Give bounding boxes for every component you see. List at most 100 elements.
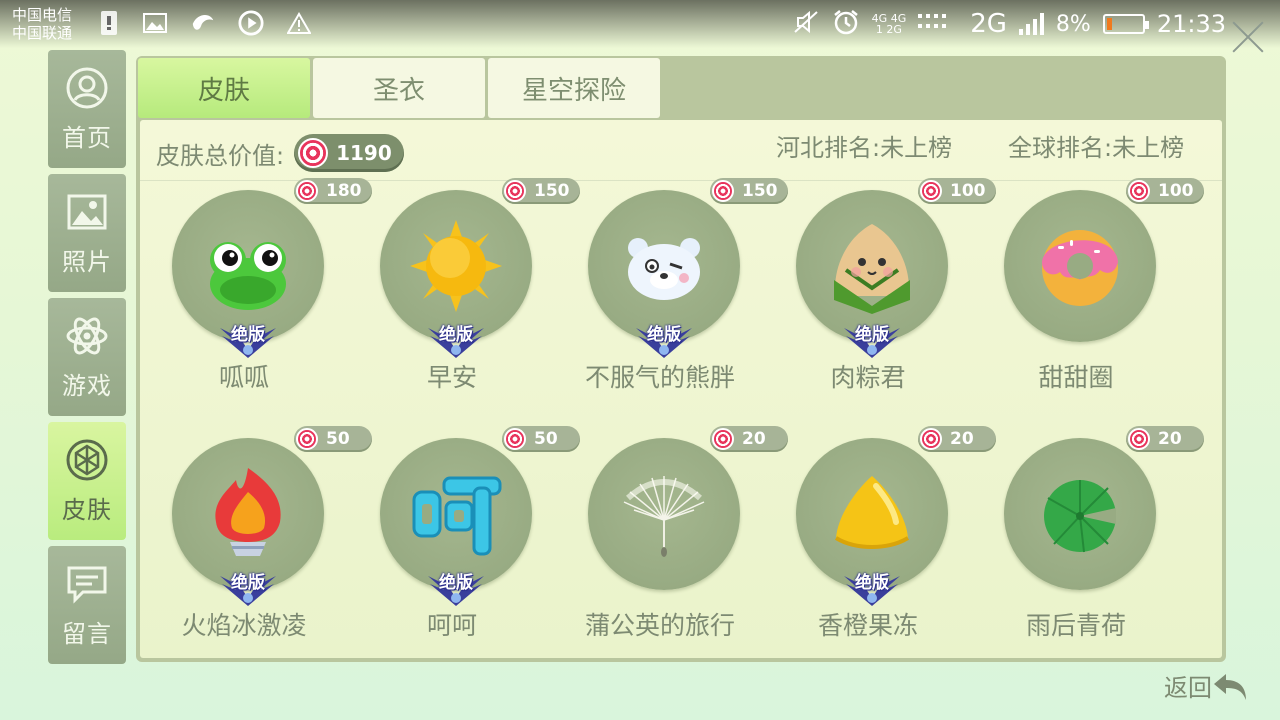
out-of-print-badge: 绝版 bbox=[420, 568, 492, 608]
candy-icon bbox=[712, 180, 734, 202]
candy-icon bbox=[920, 180, 942, 202]
skin-price: 50 bbox=[326, 429, 350, 449]
back-button[interactable]: 返回 bbox=[1164, 668, 1250, 703]
skin-card[interactable]: 100 绝版 肉粽君 bbox=[764, 178, 996, 420]
sidebar-item-label: 首页 bbox=[62, 123, 112, 152]
user-circle-icon bbox=[65, 66, 109, 110]
skin-name: 香橙果冻 bbox=[817, 611, 918, 640]
skin-name: 不服气的熊胖 bbox=[584, 363, 735, 392]
sidebar-item-label: 留言 bbox=[62, 619, 112, 648]
out-of-print-badge: 绝版 bbox=[420, 320, 492, 360]
mute-icon bbox=[792, 9, 820, 39]
message-icon bbox=[65, 562, 109, 606]
donut-icon bbox=[1042, 230, 1118, 306]
sidebar-item-messages[interactable]: 留言 bbox=[48, 546, 126, 664]
hehe-text-icon bbox=[412, 476, 502, 556]
global-rank: 全球排名:未上榜 bbox=[1008, 134, 1185, 162]
badge-label: 绝版 bbox=[647, 325, 681, 345]
lotus-leaf-icon bbox=[1044, 480, 1116, 553]
skin-name: 蒲公英的旅行 bbox=[584, 611, 735, 640]
sidebar-item-label: 皮肤 bbox=[62, 495, 112, 524]
tab-star-adventure[interactable]: 星空探险 bbox=[488, 58, 660, 118]
out-of-print-badge: 绝版 bbox=[212, 568, 284, 608]
out-of-print-badge: 绝版 bbox=[836, 320, 908, 360]
candy-icon bbox=[296, 428, 318, 450]
close-icon[interactable] bbox=[1230, 18, 1266, 54]
skin-name: 呱呱 bbox=[218, 363, 269, 392]
data-dots-icon bbox=[918, 11, 947, 37]
sidebar-item-label: 游戏 bbox=[62, 371, 112, 400]
carrier-2: 中国联通 bbox=[12, 24, 73, 42]
sim-icon bbox=[96, 10, 122, 36]
sidebar: 首页 照片 游戏 皮肤 留言 bbox=[48, 50, 126, 670]
app-logo-icon bbox=[190, 10, 216, 36]
tab-skins[interactable]: 皮肤 bbox=[138, 58, 310, 118]
out-of-print-badge: 绝版 bbox=[836, 568, 908, 608]
badge-label: 绝版 bbox=[231, 325, 265, 345]
candy-icon bbox=[504, 428, 526, 450]
carrier-info: 中国电信 中国联通 bbox=[12, 6, 72, 42]
candy-icon bbox=[920, 428, 942, 450]
candy-icon bbox=[296, 180, 318, 202]
skin-card[interactable]: 20 雨后青荷 bbox=[972, 426, 1204, 668]
skin-price-tag: 100 bbox=[1126, 178, 1204, 204]
player-icon bbox=[238, 10, 264, 36]
skin-grid: 180 绝版 呱呱 150 绝版 早安 150 绝版 不服气的熊胖 100 绝版… bbox=[140, 178, 1222, 658]
skin-price: 20 bbox=[950, 429, 974, 449]
skin-price: 20 bbox=[742, 429, 766, 449]
total-value: 1190 bbox=[336, 141, 392, 165]
skin-price: 100 bbox=[1158, 181, 1194, 201]
warning-icon bbox=[286, 10, 312, 36]
skin-name: 肉粽君 bbox=[830, 363, 906, 392]
province-rank: 河北排名:未上榜 bbox=[776, 134, 953, 162]
main-panel: 皮肤 圣衣 星空探险 皮肤总价值: 1190 河北排名:未上榜 全球排名:未上榜 bbox=[136, 56, 1226, 662]
status-right: 4G 4G 1 2G 2G 8% 21:33 bbox=[792, 8, 1266, 40]
skin-card[interactable]: 150 绝版 早安 bbox=[348, 178, 580, 420]
skin-price-tag: 20 bbox=[1126, 426, 1204, 452]
skin-card[interactable]: 50 绝版 火焰冰激凌 bbox=[140, 426, 372, 668]
out-of-print-badge: 绝版 bbox=[628, 320, 700, 360]
network-small-bottom: 1 2G bbox=[875, 23, 902, 36]
battery-fill bbox=[1106, 18, 1112, 30]
signal-icon bbox=[1018, 13, 1044, 35]
status-bar: 中国电信 中国联通 4G 4G 1 2G 2G 8% 21:33 bbox=[0, 0, 1280, 48]
skin-card[interactable]: 50 绝版 呵呵 bbox=[348, 426, 580, 668]
sidebar-item-skins[interactable]: 皮肤 bbox=[48, 422, 126, 540]
zongzi-icon bbox=[834, 224, 910, 314]
network-small: 4G 4G 1 2G bbox=[872, 13, 907, 35]
candy-icon bbox=[1128, 428, 1150, 450]
candy-icon bbox=[298, 138, 329, 168]
gem-icon bbox=[65, 438, 109, 482]
candy-icon bbox=[504, 180, 526, 202]
badge-label: 绝版 bbox=[231, 573, 265, 593]
skin-name: 火焰冰激凌 bbox=[181, 611, 307, 640]
sidebar-item-games[interactable]: 游戏 bbox=[48, 298, 126, 416]
skin-content: 皮肤总价值: 1190 河北排名:未上榜 全球排名:未上榜 180 绝版 呱呱 … bbox=[140, 120, 1222, 658]
skin-card[interactable]: 180 绝版 呱呱 bbox=[140, 178, 372, 420]
alarm-icon bbox=[832, 8, 860, 40]
atom-icon bbox=[65, 314, 109, 358]
battery-percent: 8% bbox=[1055, 11, 1091, 37]
flame-icecream-icon bbox=[215, 468, 281, 556]
dandelion-icon bbox=[623, 476, 705, 557]
skin-card[interactable]: 20 蒲公英的旅行 bbox=[556, 426, 788, 668]
skin-card[interactable]: 100 甜甜圈 bbox=[972, 178, 1204, 420]
battery-icon bbox=[1102, 14, 1149, 34]
skin-price: 50 bbox=[534, 429, 558, 449]
jelly-icon bbox=[834, 476, 910, 549]
badge-label: 绝版 bbox=[439, 325, 473, 345]
skin-name: 甜甜圈 bbox=[1038, 363, 1114, 392]
sidebar-item-home[interactable]: 首页 bbox=[48, 50, 126, 168]
badge-label: 绝版 bbox=[855, 573, 889, 593]
sun-icon bbox=[410, 220, 502, 312]
tab-holy-cloth[interactable]: 圣衣 bbox=[313, 58, 485, 118]
skin-name: 呵呵 bbox=[426, 611, 477, 640]
skin-card[interactable]: 20 绝版 香橙果冻 bbox=[764, 426, 996, 668]
skin-name: 早安 bbox=[426, 363, 477, 392]
skin-card[interactable]: 150 绝版 不服气的熊胖 bbox=[556, 178, 788, 420]
sidebar-item-photos[interactable]: 照片 bbox=[48, 174, 126, 292]
gallery-icon bbox=[142, 10, 168, 36]
back-label: 返回 bbox=[1164, 674, 1212, 702]
out-of-print-badge: 绝版 bbox=[212, 320, 284, 360]
skin-price: 20 bbox=[1158, 429, 1182, 449]
